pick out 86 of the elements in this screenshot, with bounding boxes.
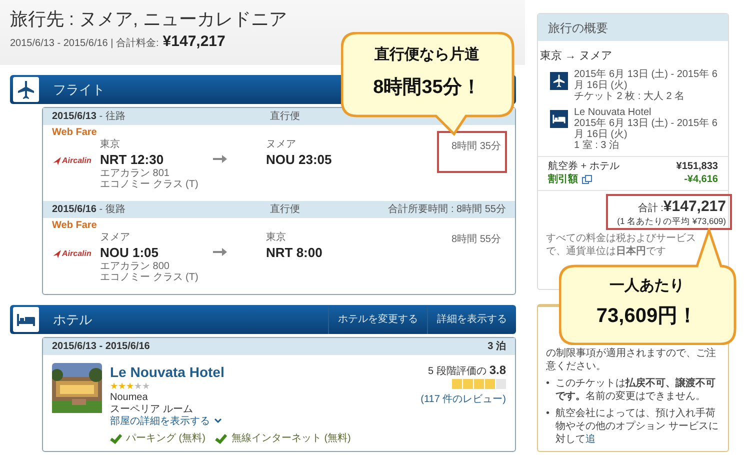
star-icon: ★ — [142, 381, 150, 391]
flight-type: 直行便 — [270, 202, 300, 217]
fare-label: Web Fare — [51, 219, 98, 232]
arrival-time: NOU 23:05 — [266, 150, 333, 168]
discount-amount: -¥4,616 — [684, 173, 718, 186]
airplane-icon — [16, 80, 36, 100]
bullet-mark: • — [546, 376, 550, 391]
callout-text: 一人あたり — [608, 276, 686, 296]
rating-box-icon — [474, 378, 484, 389]
notice-text: の制限事項が適用されますので、ご注意ください。 — [546, 346, 717, 373]
flight-number: エアカラン 801 — [100, 168, 170, 179]
note-text: すべての料金は税およびサービス — [546, 232, 697, 246]
star-icon: ★ — [134, 381, 142, 391]
star-icon: ★ — [110, 381, 118, 391]
airline-logo-text: Aircalin — [62, 249, 92, 259]
rating-score: 3.8 — [489, 363, 506, 377]
rating-label: 5 段階評価の — [428, 366, 486, 377]
airplane-icon — [552, 74, 566, 88]
total-duration: 合計所要時間 : 8時間 55分 — [388, 202, 506, 217]
route-label: 東京 → ヌメア — [540, 48, 614, 64]
fare-label: Web Fare — [51, 126, 98, 139]
check-icon — [215, 434, 228, 444]
rating-box-icon — [452, 378, 462, 389]
airline-logo-text: Aircalin — [62, 156, 92, 166]
summary-line: 1 室 : 3 泊 — [574, 140, 620, 150]
bullet-mark: • — [546, 406, 550, 421]
hotel-city: Noumea — [110, 392, 149, 404]
discount-label: 割引額 — [548, 173, 592, 186]
header-button[interactable]: ホテルを変更する — [328, 305, 427, 334]
rating-box-icon — [485, 378, 495, 389]
amenity-label: 無線インターネット (無料) — [231, 433, 351, 445]
price-label: 航空券 + ホテル — [548, 160, 620, 173]
departure-city: 東京 — [100, 139, 121, 150]
total-label: 合計 : — [638, 202, 664, 214]
total-amount: ¥147,217 — [663, 198, 726, 214]
hotel-name[interactable]: Le Nouvata Hotel — [110, 363, 413, 381]
notice-bullet-text: このチケットは払戻不可、譲渡不可です。名前の変更はできません。 — [556, 376, 717, 403]
rating-box-icon — [496, 378, 506, 389]
leg-date: 2015/6/16 - 復路 — [52, 204, 126, 215]
amenity-label: パーキング (無料) — [126, 433, 206, 445]
summary-line: 2015年 6月 13日 (土) - 2015年 6月 16日 (火) — [574, 68, 718, 90]
summary-line: チケット 2 枚 : 大人 2 名 — [574, 90, 686, 102]
page-title: 旅行先 : ヌメア, ニューカレドニア — [10, 8, 288, 31]
copy-icon — [582, 174, 592, 184]
callout-text: 73,609円！ — [595, 304, 699, 329]
stay-dates: 2015/6/13 - 2015/6/16 — [52, 340, 150, 354]
section-title: ホテル — [53, 310, 92, 329]
leg-date: 2015/6/13 - 往路 — [52, 111, 126, 122]
rating-box-icon — [463, 378, 473, 389]
cabin-class: エコノミー クラス (T) — [100, 179, 200, 190]
departure-time: NOU 1:05 — [100, 244, 160, 260]
check-icon — [110, 434, 122, 444]
trip-dates: 2015/6/13 - 2015/6/16 | 合計料金: — [10, 38, 159, 49]
reviews-link[interactable]: (117 件のレビュー) — [420, 392, 506, 406]
arrival-city: ヌメア — [266, 139, 297, 150]
flight-number: エアカラン 800 — [100, 260, 170, 272]
average-price: (1 名あたりの平均 ¥73,609) — [616, 216, 726, 226]
notice-bullet-text: 航空会社によっては、預け入れ手荷物やその他のオプション サービスに対して追 — [556, 406, 720, 446]
cabin-class: エコノミー クラス (T) — [100, 272, 200, 284]
arrival-city: 東京 — [266, 232, 287, 244]
flight-duration: 8時間 55分 — [450, 232, 502, 247]
callout-text: 直行便なら片道 — [374, 45, 480, 65]
total-price: ¥147,217 — [162, 33, 226, 50]
departure-time: NRT 12:30 — [100, 150, 165, 168]
price-amount: ¥151,833 — [676, 160, 718, 173]
note-text: で、通貨単位は日本円です — [546, 245, 667, 259]
room-type: スーペリア ルーム — [110, 404, 194, 416]
section-title: フライト — [53, 80, 105, 99]
departure-city: ヌメア — [100, 232, 131, 244]
arrow-icon — [213, 247, 227, 258]
flight-type: 直行便 — [270, 110, 300, 124]
bird-icon — [53, 250, 61, 258]
summary-title: 旅行の概要 — [538, 14, 728, 41]
header-button[interactable]: 詳細を表示する — [427, 305, 516, 334]
callout-text: 8時間35分！ — [372, 76, 482, 100]
summary-line: Le Nouvata Hotel — [574, 106, 652, 118]
summary-line: 2015年 6月 13日 (土) - 2015年 6月 16日 (火) — [574, 118, 718, 140]
nights-count: 3 泊 — [488, 340, 506, 354]
notice-link[interactable]: 追 — [586, 434, 596, 445]
star-icon: ★ — [118, 381, 126, 391]
chevron-down-icon — [214, 418, 222, 424]
star-icon: ★ — [126, 381, 134, 391]
bird-icon — [53, 157, 61, 165]
room-details-link[interactable]: 部屋の詳細を表示する — [110, 416, 210, 427]
arrow-icon — [213, 154, 227, 164]
arrival-time: NRT 8:00 — [266, 244, 324, 260]
